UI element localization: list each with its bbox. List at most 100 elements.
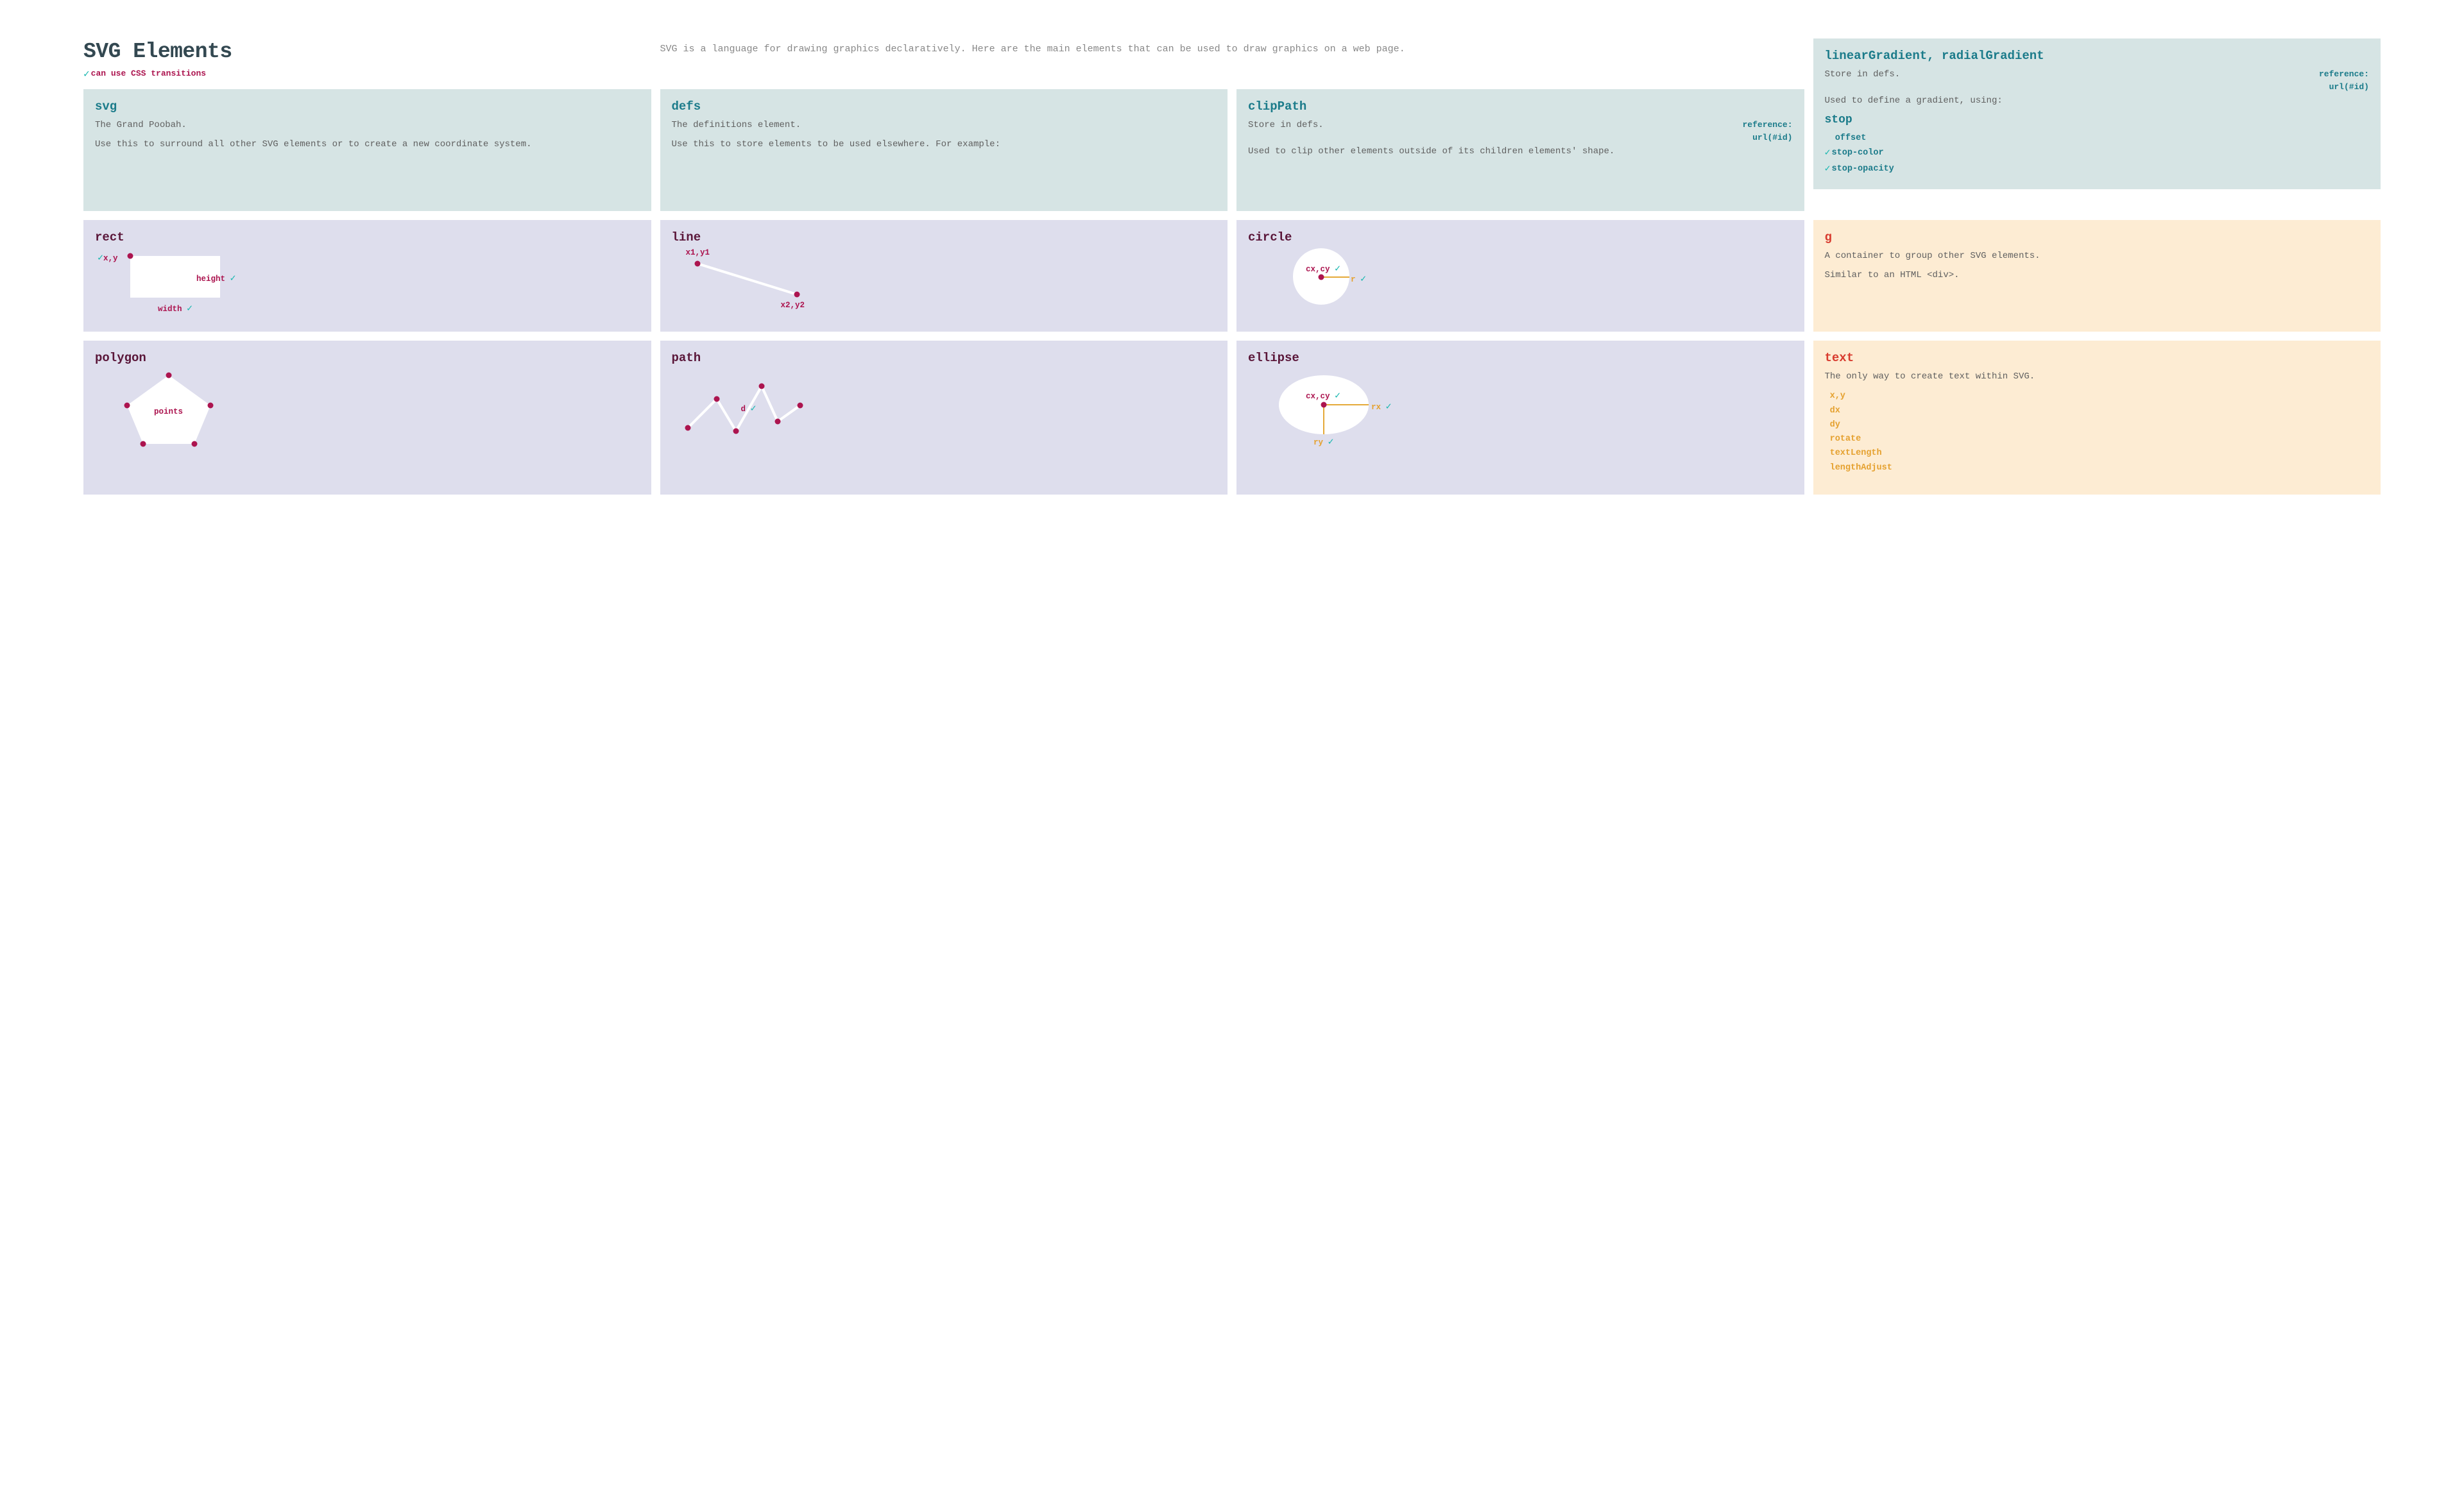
attr-dy-name: dy [1830,420,1840,430]
circle-r: r [1351,275,1356,284]
card-title-svg: svg [95,99,640,114]
check-icon: ✓ [1335,264,1340,275]
check-icon: ✓ [187,303,193,314]
card-gradient: linearGradient, radialGradient Store in … [1813,38,2381,189]
check-icon: ✓ [83,69,90,80]
check-icon: ✓ [751,403,757,414]
attr-lengthadjust: lengthAdjust [1825,461,2370,475]
gradient-p2: Used to define a gradient, using: [1825,94,2370,107]
attr-offset-name: offset [1835,133,1867,143]
circle-r-label: r ✓ [1351,273,1366,285]
attr-xy: x,y [1825,389,2370,403]
card-rect: rect ✓x,y height ✓ width ✓ [83,220,651,332]
gradient-p1: Store in defs. reference: url(#id) [1825,68,2370,81]
card-title-rect: rect [95,230,640,244]
card-ellipse: ellipse cx,cy ✓ rx ✓ ry ✓ [1236,341,1804,495]
rect-width-label: width ✓ [158,302,193,314]
attr-stop-opacity-name: stop-opacity [1832,164,1894,174]
page-title: SVG Elements [83,40,651,64]
check-icon: ✓ [1386,402,1392,412]
attr-textlength-name: textLength [1830,448,1882,458]
path-d-label: d ✓ [741,402,757,414]
gradient-store: Store in defs. [1825,69,1901,80]
ellipse-shape: cx,cy ✓ rx ✓ ry ✓ [1248,370,1793,447]
circle-center: cx,cy [1306,265,1330,274]
polygon-shape: points [95,370,640,447]
attr-rotate: rotate [1825,432,2370,446]
circle-shape: cx,cy ✓ r ✓ [1248,250,1793,320]
attr-stop-opacity: ✓stop-opacity [1825,162,2370,178]
attr-textlength: textLength [1825,446,2370,461]
card-svg: svg The Grand Poobah. Use this to surrou… [83,89,651,211]
attr-xy-name: x,y [1830,391,1845,401]
attr-dy: dy [1825,418,2370,432]
card-g: g A container to group other SVG element… [1813,220,2381,332]
card-title-path: path [672,351,1217,365]
subtitle: SVG is a language for drawing graphics d… [660,38,1804,57]
card-title-gradient: linearGradient, radialGradient [1825,49,2370,63]
card-title-text: text [1825,351,2370,365]
check-icon: ✓ [98,253,103,264]
card-title-defs: defs [672,99,1217,114]
attr-offset: offset [1825,131,2370,146]
g-p2: Similar to an HTML <div>. [1825,269,2370,282]
circle-center-label: cx,cy ✓ [1306,262,1340,275]
path-d: d [741,405,746,414]
attr-stop-color: ✓stop-color [1825,146,2370,162]
clippath-store: Store in defs. [1248,120,1324,130]
ellipse-ry-label: ry ✓ [1313,436,1334,448]
card-path: path d ✓ [660,341,1228,495]
title-block: SVG Elements ✓can use CSS transitions [83,38,651,80]
rect-xy-label: ✓x,y [98,251,118,264]
text-attrs: x,y dx dy rotate textLength lengthAdjust [1825,389,2370,475]
check-icon: ✓ [1825,164,1831,174]
attr-lengthadjust-name: lengthAdjust [1830,463,1892,473]
polygon-points-label: points [154,407,183,416]
legend-text: can use CSS transitions [91,69,206,78]
ellipse-ry: ry [1313,438,1323,447]
shape-grid: rect ✓x,y height ✓ width ✓ line x1,y1 x2… [83,220,2381,495]
defs-p1: The definitions element. [672,119,1217,131]
line-p1-label: x1,y1 [686,248,710,257]
attr-dx-name: dx [1830,406,1840,416]
path-shape: d ✓ [672,370,1217,447]
rect-height-label: height ✓ [196,272,236,284]
svg-p2: Use this to surround all other SVG eleme… [95,138,640,151]
card-title-circle: circle [1248,230,1793,244]
card-polygon: polygon points [83,341,651,495]
clippath-p1: Store in defs. reference: url(#id) [1248,119,1793,131]
clippath-ref1: reference: [1742,120,1792,130]
ellipse-rx-label: rx ✓ [1371,400,1392,412]
rect-width: width [158,305,182,314]
legend: ✓can use CSS transitions [83,67,651,80]
clippath-ref2: url(#id) [1752,133,1792,142]
card-title-polygon: polygon [95,351,640,365]
g-p1: A container to group other SVG elements. [1825,250,2370,262]
gradient-ref1: reference: [2319,69,2369,79]
card-defs: defs The definitions element. Use this t… [660,89,1228,211]
svg-p1: The Grand Poobah. [95,119,640,131]
card-clippath: clipPath Store in defs. reference: url(#… [1236,89,1804,211]
ellipse-center-label: cx,cy ✓ [1306,389,1340,402]
rect-xy: x,y [103,254,118,263]
attr-dx: dx [1825,404,2370,418]
line-p2-label: x2,y2 [781,301,805,310]
card-text: text The only way to create text within … [1813,341,2381,495]
check-icon: ✓ [1335,391,1340,402]
header-row: SVG Elements ✓can use CSS transitions SV… [83,38,2381,211]
check-icon: ✓ [1328,437,1334,448]
text-p1: The only way to create text within SVG. [1825,370,2370,383]
ellipse-center: cx,cy [1306,392,1330,401]
card-title-line: line [672,230,1217,244]
attr-stop-color-name: stop-color [1832,148,1884,158]
line-shape: x1,y1 x2,y2 [672,250,1217,320]
gradient-ref2: url(#id) [2329,82,2369,92]
rect-shape: ✓x,y height ✓ width ✓ [95,250,640,320]
card-line: line x1,y1 x2,y2 [660,220,1228,332]
check-icon: ✓ [1360,274,1366,285]
check-icon: ✓ [1825,148,1831,158]
card-circle: circle cx,cy ✓ r ✓ [1236,220,1804,332]
check-icon: ✓ [230,273,236,284]
ellipse-rx: rx [1371,403,1381,412]
gradient-attrs: offset ✓stop-color ✓stop-opacity [1825,131,2370,178]
